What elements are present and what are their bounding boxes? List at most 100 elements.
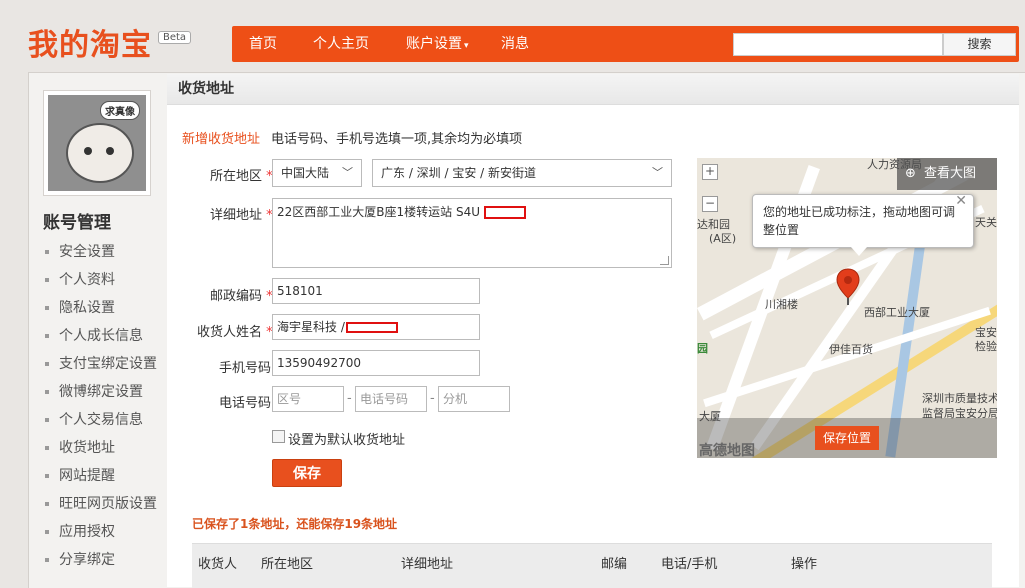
phone-number-placeholder: 电话号码 (360, 392, 409, 406)
sidebar-item-label: 个人资料 (59, 272, 115, 288)
phone-area-input[interactable]: 区号 (272, 386, 344, 412)
country-value: 中国大陆 (281, 166, 330, 180)
sidebar-item-security[interactable]: 安全设置 (45, 241, 115, 261)
zip-input[interactable]: 518101 (272, 278, 480, 304)
redaction-box (483, 206, 526, 219)
bullet-icon (45, 474, 49, 478)
sidebar-item-label: 应用授权 (59, 524, 115, 540)
sidebar-item-share-binding[interactable]: 分享绑定 (45, 549, 115, 569)
region-select[interactable]: 广东 / 深圳 / 宝安 / 新安街道 ﹀ (372, 159, 672, 187)
receiver-name-input[interactable]: 海宇星科技 / (272, 314, 480, 340)
bullet-icon (45, 334, 49, 338)
receiver-name-label-text: 收货人姓名 (197, 325, 263, 340)
nav-account-settings-label: 账户设置 (406, 36, 462, 52)
map-label: 伊佳百货 (829, 343, 873, 356)
save-position-button[interactable]: 保存位置 (815, 426, 879, 450)
col-receiver: 收货人 (198, 557, 238, 572)
bullet-icon (45, 446, 49, 450)
sidebar-item-label: 微博绑定设置 (59, 384, 143, 400)
beta-badge: Beta (158, 31, 192, 44)
sidebar-item-privacy[interactable]: 隐私设置 (45, 297, 115, 317)
zoom-in-icon[interactable]: + (702, 164, 718, 180)
sidebar-item-label: 个人交易信息 (59, 412, 143, 428)
taobao-logo[interactable]: 我的淘宝 Beta (28, 24, 192, 64)
sidebar-item-label: 支付宝绑定设置 (59, 356, 157, 372)
page-title: 收货地址 (178, 81, 234, 97)
map-label: 检验 (975, 340, 997, 353)
col-actions: 操作 (791, 557, 818, 572)
sidebar-item-label: 旺旺网页版设置 (59, 496, 157, 512)
bullet-icon (45, 278, 49, 282)
search-button[interactable]: 搜索 (943, 33, 1016, 56)
bullet-icon (45, 250, 49, 254)
sidebar-item-weibo[interactable]: 微博绑定设置 (45, 381, 143, 401)
dash: - (430, 391, 435, 406)
nav-profile[interactable]: 个人主页 (313, 26, 369, 62)
sidebar-item-alipay[interactable]: 支付宝绑定设置 (45, 353, 157, 373)
sidebar-item-notifications[interactable]: 网站提醒 (45, 465, 115, 485)
bullet-icon (45, 390, 49, 394)
nav-home[interactable]: 首页 (249, 26, 277, 62)
map-label: 深圳市质量技术 (922, 392, 997, 405)
detail-address-textarea[interactable]: 22区西部工业大厦B座1楼转运站 S4U (272, 198, 672, 268)
receiver-name-value: 海宇星科技 / (277, 320, 345, 334)
region-label: 所在地区 * (210, 165, 273, 184)
map-info-popup: 您的地址已成功标注，拖动地图可调整位置 ✕ (752, 193, 974, 256)
col-zip: 邮编 (601, 557, 628, 572)
sidebar-item-address[interactable]: 收货地址 (45, 437, 115, 457)
bullet-icon (45, 306, 49, 310)
avatar-eye (106, 147, 114, 155)
sidebar-item-label: 分享绑定 (59, 552, 115, 568)
address-table-header: 收货人 所在地区 详细地址 邮编 电话/手机 操作 (192, 543, 992, 588)
close-icon[interactable]: ✕ (955, 193, 967, 209)
map-zoom-controls: + − (702, 164, 718, 214)
receiver-name-label: 收货人姓名 * (197, 321, 273, 340)
save-button[interactable]: 保存 (272, 459, 342, 487)
chevron-down-icon: ﹀ (652, 166, 663, 179)
col-detail-address: 详细地址 (401, 557, 454, 572)
mobile-input[interactable]: 13590492700 (272, 350, 480, 376)
view-large-map-button[interactable]: ⊕ 查看大图 (897, 158, 997, 190)
bullet-icon (45, 502, 49, 506)
sidebar-item-label: 收货地址 (59, 440, 115, 456)
account-management-title: 账号管理 (43, 213, 111, 233)
avatar-speech-bubble: 求真像 (100, 101, 140, 120)
search-input[interactable] (733, 33, 943, 56)
sidebar-item-wangwang[interactable]: 旺旺网页版设置 (45, 493, 157, 513)
phone-ext-placeholder: 分机 (443, 392, 468, 406)
map-label: 园 (697, 342, 708, 355)
nav-account-settings[interactable]: 账户设置 ▾ (406, 26, 469, 62)
detail-address-label: 详细地址 * (210, 204, 273, 223)
region-value: 广东 / 深圳 / 宝安 / 新安街道 (381, 166, 537, 180)
new-address-title: 新增收货地址 (182, 132, 261, 147)
sidebar-item-growth[interactable]: 个人成长信息 (45, 325, 143, 345)
resize-handle-icon[interactable] (660, 256, 669, 265)
bullet-icon (45, 530, 49, 534)
zoom-out-icon[interactable]: − (702, 196, 718, 212)
bullet-icon (45, 418, 49, 422)
form-hint: 电话号码、手机号选填一项,其余均为必填项 (271, 132, 523, 147)
bullet-icon (45, 558, 49, 562)
bullet-icon (45, 362, 49, 366)
default-address-checkbox[interactable] (272, 430, 285, 443)
phone-area-placeholder: 区号 (277, 392, 302, 406)
sidebar-item-label: 网站提醒 (59, 468, 115, 484)
map-pin-icon[interactable] (836, 268, 860, 306)
map-label: 川湘楼 (765, 298, 798, 311)
saved-address-info: 已保存了1条地址，还能保存19条地址 (192, 517, 398, 531)
zip-label: 邮政编码 * (210, 285, 273, 304)
avatar[interactable]: 求真像 (43, 90, 151, 196)
phone-number-input[interactable]: 电话号码 (355, 386, 427, 412)
avatar-face (66, 123, 134, 183)
detail-address-label-text: 详细地址 (210, 208, 263, 223)
phone-label: 电话号码 (219, 396, 272, 411)
phone-ext-input[interactable]: 分机 (438, 386, 510, 412)
avatar-eye (84, 147, 92, 155)
sidebar-item-trade-info[interactable]: 个人交易信息 (45, 409, 143, 429)
sidebar-item-app-auth[interactable]: 应用授权 (45, 521, 115, 541)
nav-messages[interactable]: 消息 (501, 26, 529, 62)
map-watermark: 高德地图 (699, 443, 755, 458)
sidebar-item-profile[interactable]: 个人资料 (45, 269, 115, 289)
sidebar-item-label: 安全设置 (59, 244, 115, 260)
country-select[interactable]: 中国大陆 ﹀ (272, 159, 362, 187)
